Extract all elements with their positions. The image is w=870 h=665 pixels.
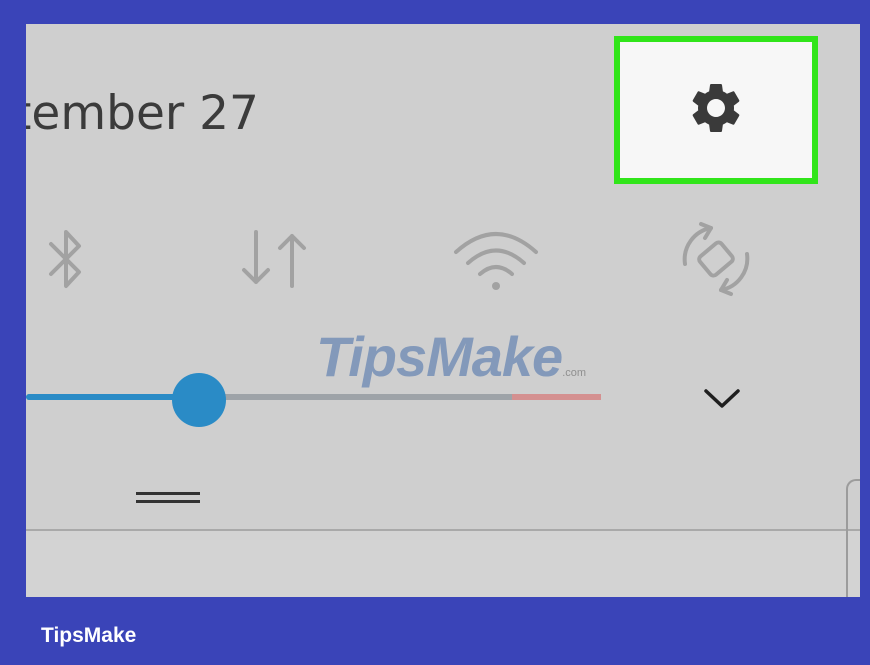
expand-button[interactable] (702, 386, 742, 412)
auto-rotate-icon (682, 222, 750, 296)
data-transfer-icon (242, 230, 306, 288)
brightness-slider[interactable] (26, 394, 601, 400)
drag-handle-icon[interactable] (136, 492, 200, 504)
watermark-suffix: .com (562, 367, 587, 379)
brand-label: TipsMake (41, 624, 137, 647)
notification-shade: tember 27 TipsMake.com (26, 24, 860, 597)
settings-button[interactable] (620, 42, 812, 178)
watermark-logo: TipsMake.com (316, 324, 586, 389)
settings-highlight-box (614, 36, 818, 184)
drag-handle-line-bottom (136, 500, 200, 503)
drag-handle-line-top (136, 492, 200, 495)
panel-edge (846, 479, 860, 597)
image-frame: tember 27 TipsMake.com TipsMake (0, 0, 870, 665)
wifi-icon (454, 232, 538, 290)
brightness-slider-thumb[interactable] (171, 373, 226, 427)
date-label: tember 27 (26, 86, 259, 141)
watermark-text: TipsMake (316, 325, 563, 388)
bluetooth-icon (49, 230, 81, 288)
auto-rotate-toggle[interactable] (671, 214, 761, 304)
wifi-toggle[interactable] (451, 214, 541, 304)
gear-icon (686, 78, 746, 143)
chevron-down-icon (704, 389, 740, 408)
notification-area (26, 531, 860, 597)
mobile-data-toggle[interactable] (234, 214, 324, 304)
brightness-slider-warm-segment (512, 394, 601, 400)
bluetooth-toggle[interactable] (26, 214, 111, 304)
